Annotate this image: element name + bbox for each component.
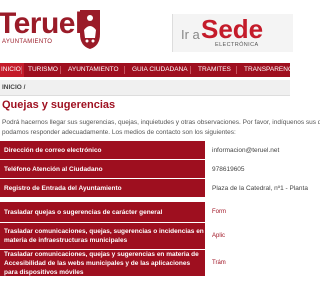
table-row: Trasladar comunicaciones, quejas y suger… (0, 250, 307, 276)
table-row: Teléfono Atención al Ciudadano 978619605 (0, 160, 307, 178)
nav-item-ayuntamiento[interactable]: AYUNTAMIENTO (68, 63, 119, 77)
procedure-label: Trasladar comunicaciones, quejas y suger… (0, 250, 205, 276)
coat-of-arms-icon (80, 10, 100, 49)
contact-value: 978619605 (207, 160, 307, 178)
procedure-link[interactable]: Form (207, 202, 307, 222)
procedure-link[interactable]: Trám (207, 250, 307, 276)
sede-electronica-link[interactable]: Ir a Sede ELECTRÓNICA (172, 14, 293, 52)
sede-subtitle: ELECTRÓNICA (215, 42, 259, 48)
main-navigation: INICIO TURISMO AYUNTAMIENTO GUIA CIUDADA… (0, 63, 299, 77)
sede-title: Sede (201, 14, 264, 44)
contact-value[interactable]: informacion@teruel.net (207, 141, 307, 159)
nav-separator (236, 66, 237, 74)
nav-separator (21, 66, 22, 74)
nav-item-guia-ciudadana[interactable]: GUIA CIUDADANA (132, 63, 188, 77)
table-row: Trasladar comunicaciones, quejas, sugere… (0, 223, 307, 249)
site-header: Teruel AYUNTAMIENTO Ir a Sede ELECTRÓNIC… (0, 0, 293, 62)
contact-label: Teléfono Atención al Ciudadano (0, 160, 205, 178)
contact-label: Registro de Entrada del Ayuntamiento (0, 179, 205, 197)
breadcrumb: INICIO / (0, 80, 290, 96)
site-logo-title[interactable]: Teruel (0, 9, 83, 39)
procedure-link[interactable]: Aplic (207, 223, 307, 249)
intro-line: Podrá hacernos llegar sus sugerencias, q… (2, 119, 320, 126)
contact-value: Plaza de la Catedral, nº1 - Planta (207, 179, 308, 197)
sede-prefix: Ir a (181, 27, 200, 42)
nav-separator (60, 66, 61, 74)
site-logo-subtitle: AYUNTAMIENTO (2, 39, 53, 45)
nav-item-transparencia[interactable]: TRANSPARENCIA (244, 63, 299, 77)
procedure-label: Trasladar quejas o sugerencias de caráct… (0, 202, 205, 222)
table-row: Trasladar quejas o sugerencias de caráct… (0, 202, 307, 222)
page-intro: Podrá hacernos llegar sus sugerencias, q… (2, 118, 320, 138)
nav-item-tramites[interactable]: TRAMITES (198, 63, 231, 77)
nav-separator (190, 66, 191, 74)
table-row: Registro de Entrada del Ayuntamiento Pla… (0, 179, 308, 197)
procedure-label: Trasladar comunicaciones, quejas, sugere… (0, 223, 205, 249)
nav-separator (124, 66, 125, 74)
breadcrumb-text[interactable]: INICIO / (2, 84, 25, 91)
nav-item-turismo[interactable]: TURISMO (28, 63, 58, 77)
intro-line: podamos responder adecuadamente. Los med… (2, 129, 236, 136)
page-title: Quejas y sugerencias (2, 99, 116, 111)
table-row: Dirección de correo electrónico informac… (0, 141, 307, 159)
contact-label: Dirección de correo electrónico (0, 141, 205, 159)
